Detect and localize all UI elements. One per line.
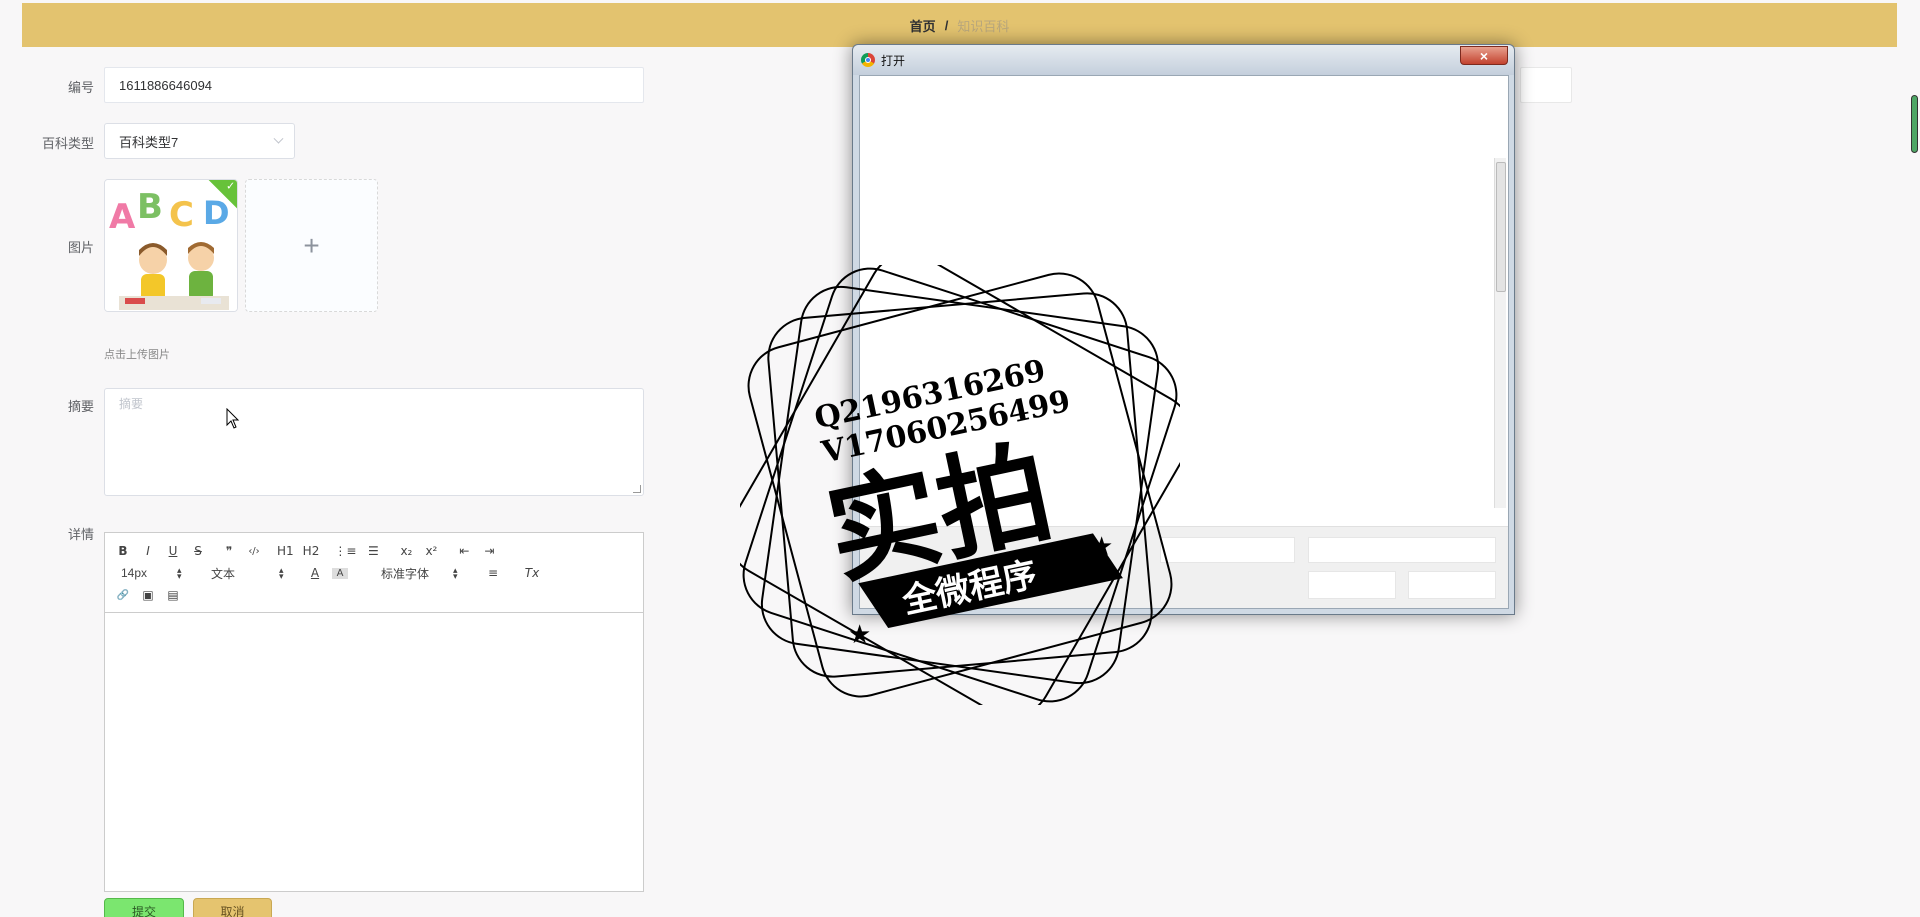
upload-hint: 点击上传图片	[104, 349, 170, 361]
text-style-select[interactable]: 文本 ▴ ▾	[195, 565, 295, 582]
video-button[interactable]: ▤	[165, 588, 181, 602]
svg-text:A: A	[109, 197, 136, 237]
font-family-select[interactable]: 标准字体 ▴ ▾	[357, 565, 467, 582]
breadcrumb-current: 知识百科	[957, 18, 1010, 34]
strike-button[interactable]: S	[190, 544, 206, 558]
svg-text:B: B	[137, 187, 163, 227]
chevron-down-icon	[273, 133, 284, 144]
updown-icon: ▴ ▾	[279, 565, 284, 581]
uploaded-image-thumbnail[interactable]: A B C D ✓	[104, 179, 238, 312]
chrome-icon	[861, 53, 875, 67]
cancel-button[interactable]: 取消	[193, 898, 272, 917]
dialog-scrollbar[interactable]	[1494, 158, 1506, 508]
svg-text:C: C	[169, 195, 194, 235]
breadcrumb-home[interactable]: 首页	[910, 16, 936, 35]
upload-image-button[interactable]: +	[245, 179, 378, 312]
star-icon: ★	[848, 619, 871, 649]
detail-label: 详情	[67, 527, 94, 542]
font-size-value: 14px	[121, 566, 148, 580]
code-block-button[interactable]: ‹/›	[246, 546, 262, 557]
updown-icon: ▴ ▾	[177, 565, 182, 581]
filetype-select[interactable]	[1308, 537, 1496, 563]
watermark-stamp: Q2196316269 V17060256499 实拍 全微程序 ★ ★	[740, 265, 1180, 705]
h1-button[interactable]: H1	[277, 544, 294, 558]
breadcrumb-separator: /	[944, 17, 949, 33]
rich-text-editor: B I U S ❞ ‹/› H1 H2 ⋮≡ ☰ x₂ x² ⇤ ⇥ 14px …	[104, 532, 644, 892]
bullet-list-button[interactable]: ☰	[365, 544, 381, 558]
resize-handle-icon[interactable]	[633, 485, 641, 493]
superscript-button[interactable]: x²	[423, 544, 439, 558]
text-style-value: 文本	[211, 566, 236, 581]
font-family-value: 标准字体	[381, 566, 430, 581]
open-button[interactable]	[1308, 571, 1396, 599]
h2-button[interactable]: H2	[303, 544, 320, 558]
align-button[interactable]: ≡	[485, 566, 501, 580]
id-label: 编号	[67, 80, 94, 95]
ordered-list-button[interactable]: ⋮≡	[334, 544, 356, 558]
italic-button[interactable]: I	[140, 544, 156, 558]
editor-toolbar: B I U S ❞ ‹/› H1 H2 ⋮≡ ☰ x₂ x² ⇤ ⇥ 14px …	[105, 533, 643, 613]
image-label: 图片	[67, 240, 94, 255]
dialog-titlebar[interactable]: 打开	[853, 45, 1514, 75]
svg-text:D: D	[203, 194, 230, 232]
editor-content-area[interactable]	[105, 613, 643, 891]
id-input[interactable]: 1611886646094	[104, 67, 644, 103]
type-label: 百科类型	[41, 136, 94, 151]
font-size-select[interactable]: 14px ▴ ▾	[115, 565, 195, 581]
breadcrumb-bar: 首页 / 知识百科	[22, 3, 1897, 47]
mouse-cursor-icon	[226, 408, 240, 429]
type-select-value: 百科类型7	[119, 134, 179, 150]
background-color-button[interactable]: A	[332, 567, 348, 579]
dialog-close-button[interactable]: ×	[1460, 46, 1508, 65]
dialog-cancel-button[interactable]	[1408, 571, 1496, 599]
check-icon: ✓	[226, 180, 236, 193]
subscript-button[interactable]: x₂	[398, 544, 414, 558]
kids-abcd-image: A B C D	[105, 180, 237, 311]
dialog-scrollbar-thumb[interactable]	[1496, 162, 1506, 292]
blockquote-button[interactable]: ❞	[221, 544, 237, 558]
outdent-button[interactable]: ⇤	[456, 544, 472, 558]
underline-button[interactable]: U	[165, 544, 181, 558]
submit-button[interactable]: 提交	[104, 898, 184, 917]
star-icon: ★	[1090, 531, 1113, 561]
page-scrollbar-thumb[interactable]	[1911, 95, 1918, 153]
filename-input[interactable]	[1160, 537, 1295, 563]
link-button[interactable]: 🔗	[115, 590, 131, 601]
close-icon: ×	[1479, 47, 1489, 64]
dialog-title: 打开	[881, 53, 906, 68]
plus-icon: +	[303, 229, 320, 261]
summary-placeholder: 摘要	[119, 397, 144, 411]
updown-icon: ▴ ▾	[453, 565, 458, 581]
image-button[interactable]: ▣	[140, 588, 156, 602]
summary-textarea[interactable]: 摘要	[104, 388, 644, 496]
clear-format-button[interactable]: Tx	[524, 566, 540, 580]
type-select[interactable]: 百科类型7	[104, 123, 295, 159]
hidden-input	[1520, 67, 1572, 103]
summary-label: 摘要	[67, 399, 94, 414]
bold-button[interactable]: B	[115, 544, 131, 558]
indent-button[interactable]: ⇥	[481, 544, 497, 558]
font-color-button[interactable]: A	[307, 566, 323, 580]
